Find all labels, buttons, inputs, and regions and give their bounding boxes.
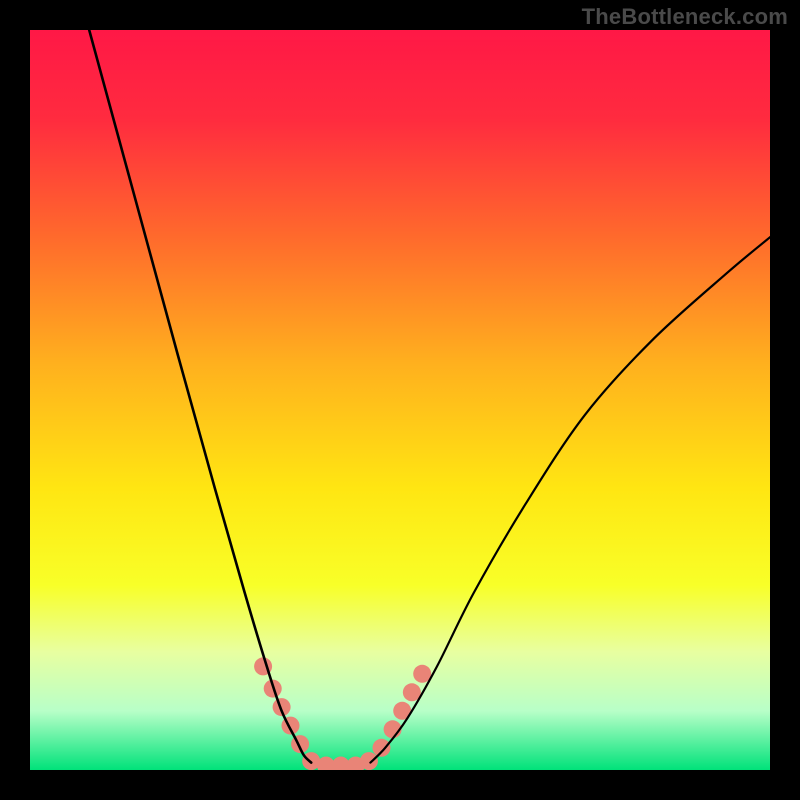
marker-bead bbox=[360, 752, 378, 770]
chart-background bbox=[30, 30, 770, 770]
plot-area bbox=[30, 30, 770, 770]
watermark-text: TheBottleneck.com bbox=[582, 4, 788, 30]
marker-bead bbox=[373, 739, 391, 757]
chart-svg bbox=[30, 30, 770, 770]
chart-frame: TheBottleneck.com bbox=[0, 0, 800, 800]
